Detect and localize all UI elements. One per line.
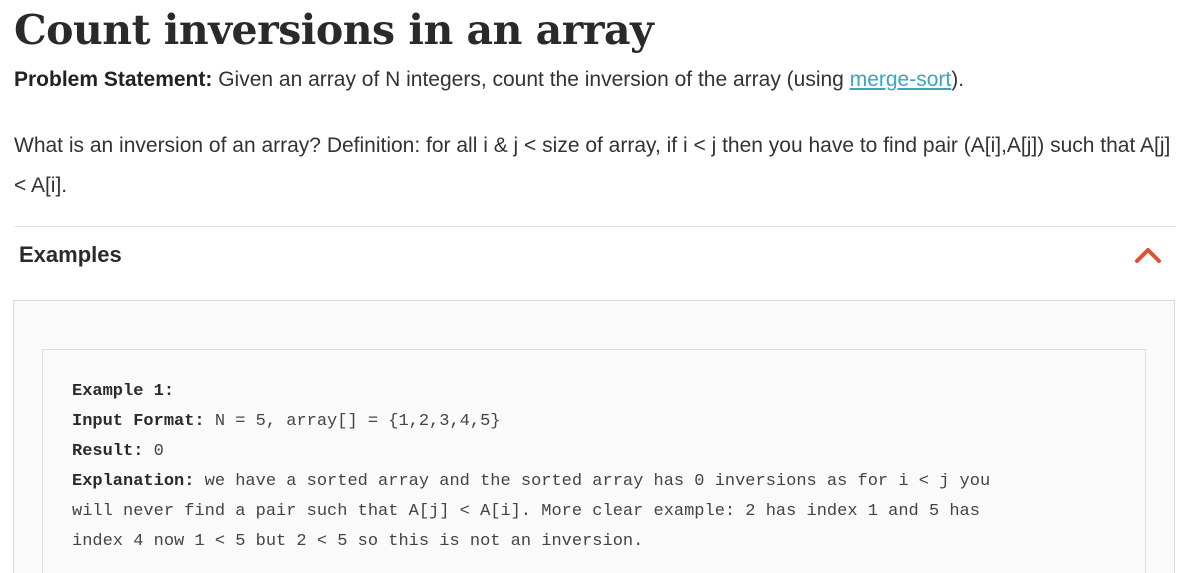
explanation-line-1: we have a sorted array and the sorted ar… [194, 472, 991, 491]
problem-statement-label: Problem Statement: [14, 68, 213, 91]
chevron-up-icon[interactable] [1134, 245, 1162, 265]
example-1: Example 1: Input Format: N = 5, array[] … [72, 377, 1102, 557]
problem-statement: Problem Statement: Given an array of N i… [14, 64, 1194, 96]
example-input: Input Format: N = 5, array[] = {1,2,3,4,… [72, 407, 1102, 437]
example-heading: Example 1: [72, 382, 175, 401]
example-explanation: Explanation: we have a sorted array and … [72, 467, 1102, 497]
example-result: Result: 0 [72, 437, 1102, 467]
result-value: 0 [143, 442, 164, 461]
problem-statement-end: ). [951, 68, 965, 91]
explanation-line-3: index 4 now 1 < 5 but 2 < 5 so this is n… [72, 532, 644, 551]
input-value: N = 5, array[] = {1,2,3,4,5} [204, 412, 501, 431]
result-label: Result: [72, 442, 144, 461]
inversion-definition: What is an inversion of an array? Defini… [14, 134, 1171, 197]
page-title: Count inversions in an array [14, 6, 654, 54]
explanation-line-2: will never find a pair such that A[j] < … [72, 502, 980, 521]
section-divider [14, 226, 1175, 227]
problem-statement-text: Given an array of N integers, count the … [212, 68, 850, 91]
examples-header[interactable]: Examples [19, 238, 122, 272]
input-label: Input Format: [72, 412, 205, 431]
merge-sort-link[interactable]: merge-sort [850, 68, 952, 91]
explanation-label: Explanation: [72, 472, 195, 491]
